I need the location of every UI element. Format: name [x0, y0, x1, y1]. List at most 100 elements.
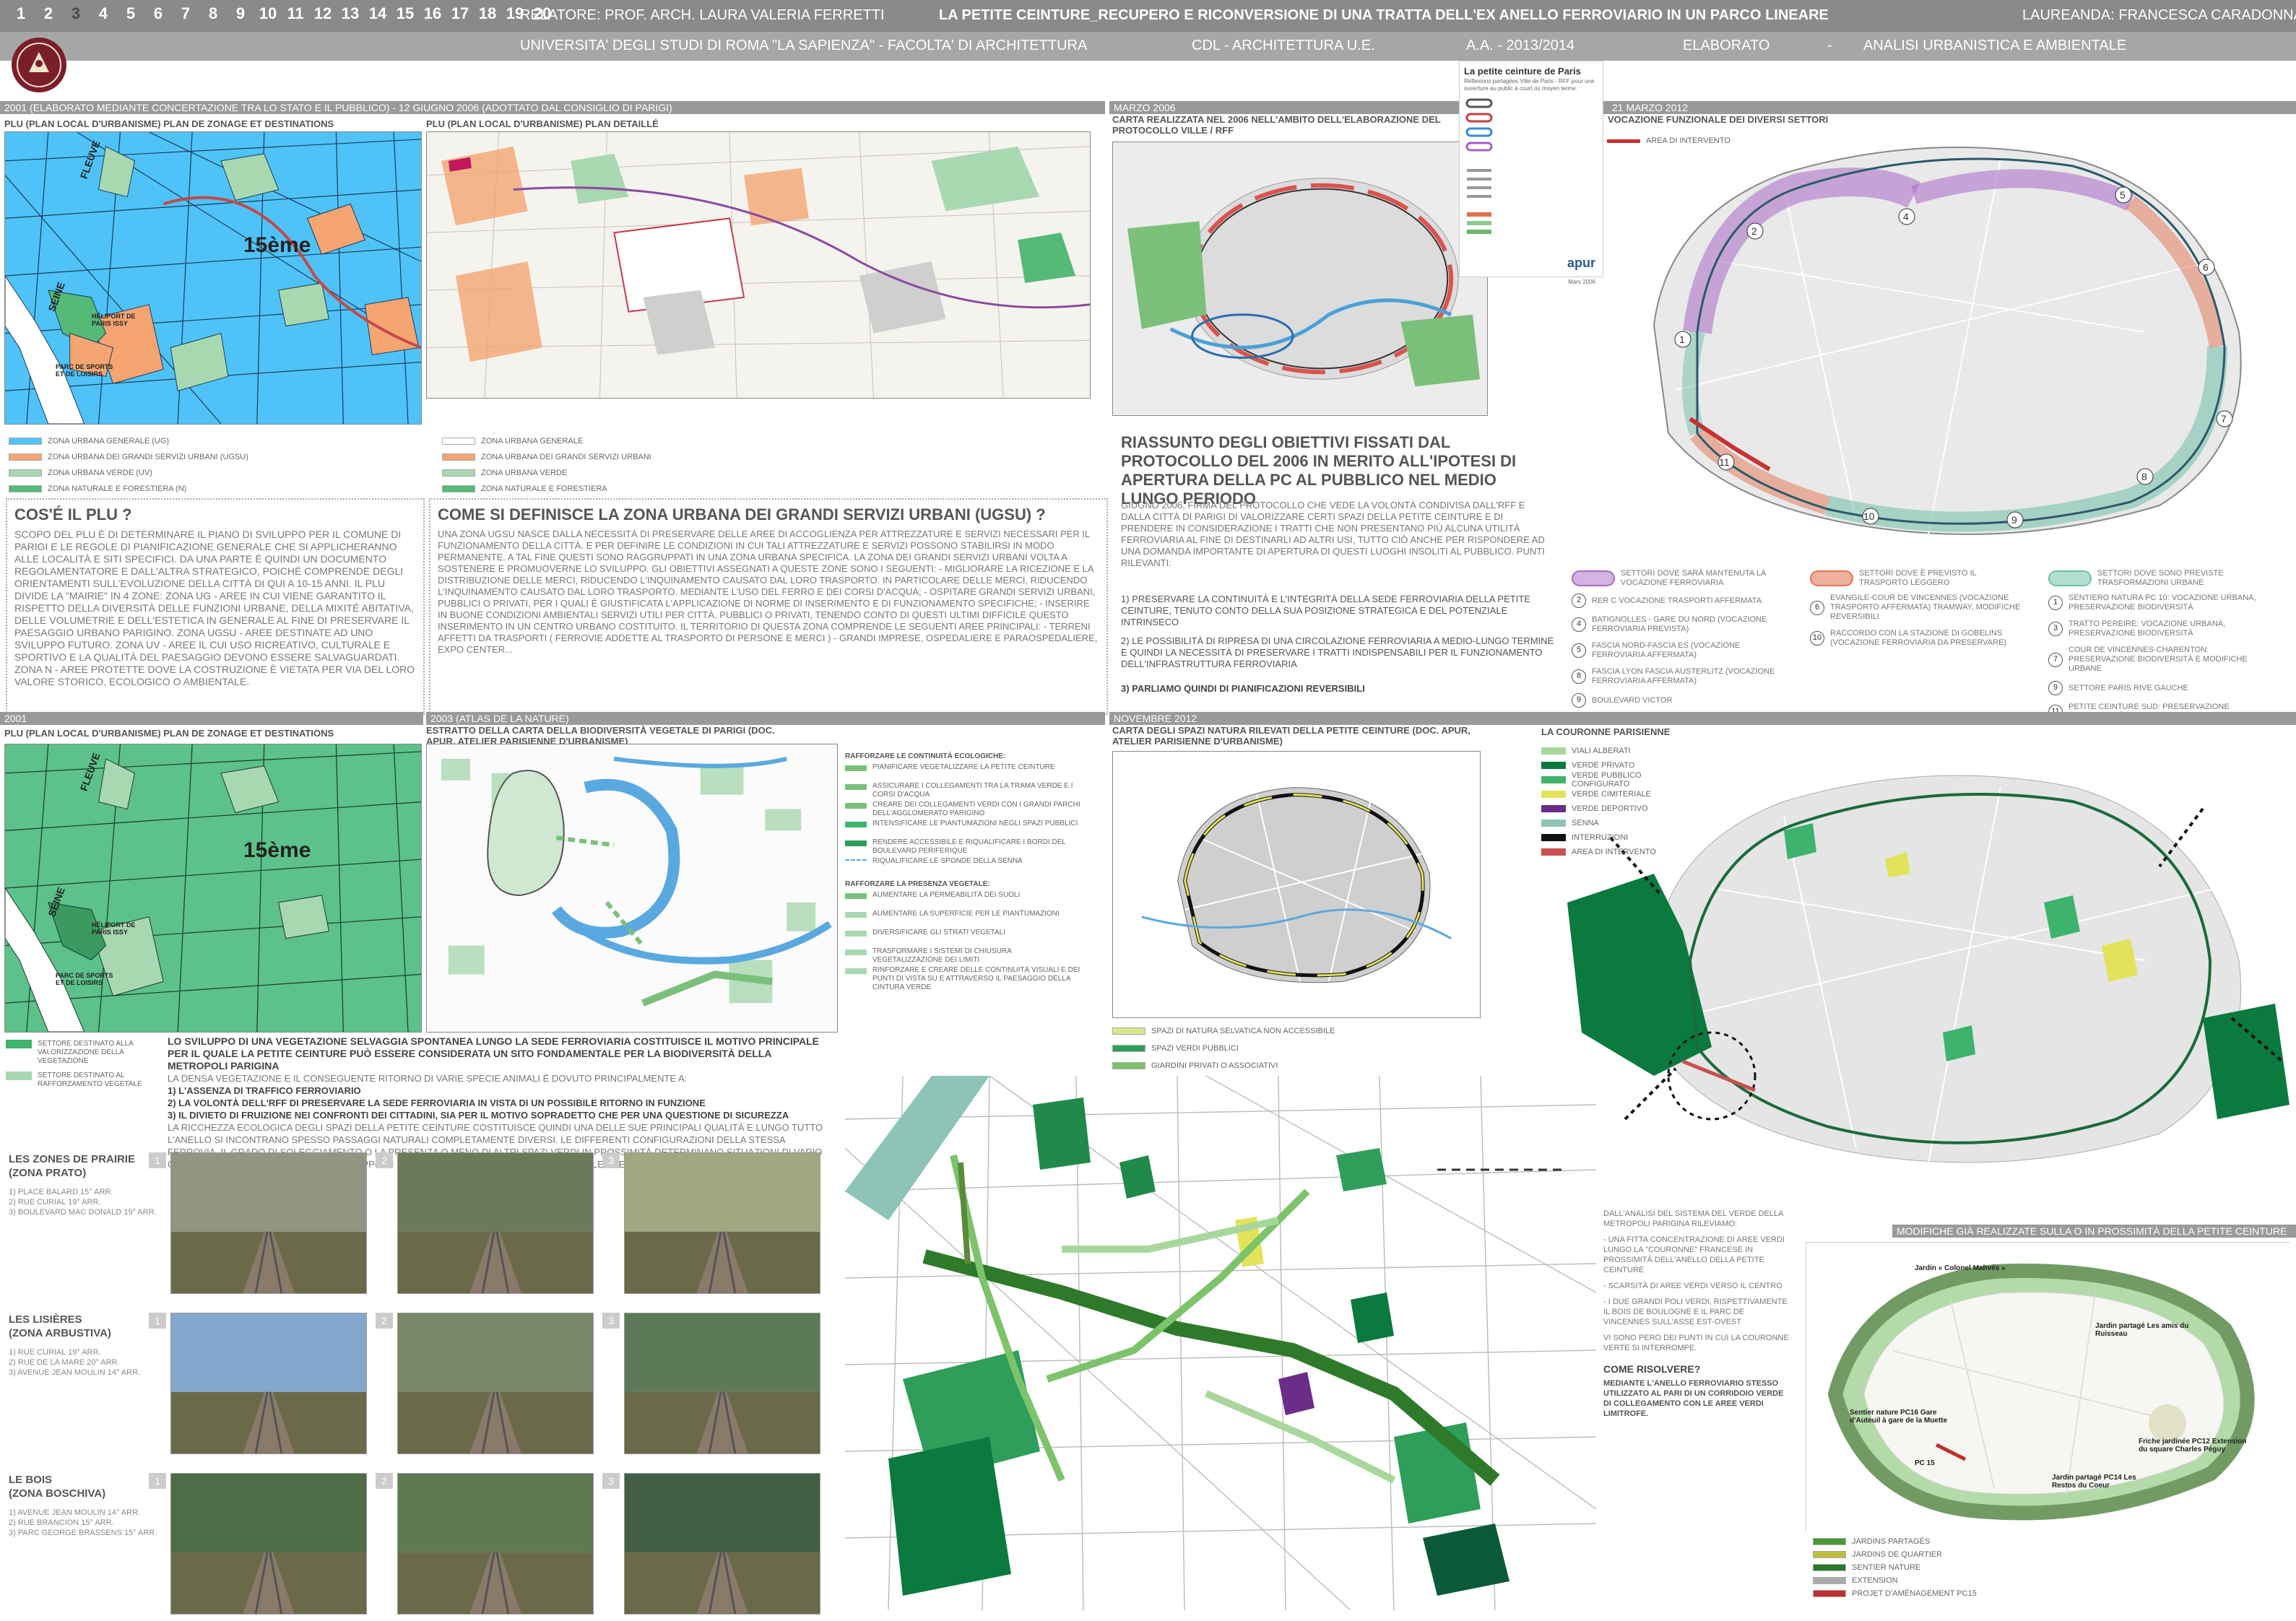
- biodiversity-legend-item: DIVERSIFICARE GLI STRATI VEGETALI: [845, 929, 1083, 947]
- page-number-10[interactable]: 10: [254, 4, 282, 23]
- page-number-17[interactable]: 17: [446, 4, 474, 23]
- map-label-heliport: HÉLIPORT DE PARIS ISSY: [92, 313, 136, 327]
- sector-col3-swatch: [2048, 570, 2092, 586]
- couronne-legend-label: SENNA: [1572, 819, 1599, 827]
- sector-item: 8 FASCIA LYON FASCIA AUSTERLITZ (VOCAZION…: [1572, 667, 1788, 686]
- page-number-nav: 1 2 3 4 5 6 7 8 9 10 11 12 13 14 15 16 17 18 19 20: [7, 4, 556, 23]
- sector-item: 2 RER C VOCAZIONE TRASPORTI AFFERMATA: [1572, 594, 1788, 608]
- svg-text:5: 5: [2120, 189, 2126, 201]
- couronne-legend-swatch: [1541, 747, 1566, 755]
- page-number-7[interactable]: 7: [172, 4, 199, 23]
- zone-block: LES ZONES DE PRAIRIE (ZONA PRATO) 1) PLACE…: [9, 1152, 832, 1304]
- section-bar-2001: 2001: [0, 712, 423, 725]
- area-intervento-swatch: [1607, 139, 1640, 143]
- relatore-label: RELATORE: PROF. ARCH. LAURA VALERIA FERR…: [520, 7, 885, 23]
- biodiversity-legend-swatch: [845, 949, 867, 955]
- sector-item: 6 EVANGILE-COUR DE VINCENNES (VOCAZIONE T…: [1810, 594, 2027, 622]
- plu-zonage-map: 15ème SEINE FLEUVE HÉLIPORT DE PARIS ISS…: [4, 131, 422, 425]
- biodiversity-legend-label: DIVERSIFICARE GLI STRATI VEGETALI: [872, 929, 1006, 936]
- area-intervento-label: AREA DI INTERVENTO: [1646, 136, 1730, 145]
- page-number-4[interactable]: 4: [90, 4, 117, 23]
- photo-number-text: 3: [608, 1155, 614, 1166]
- legend-plu-detail: ZONA URBANA GENERALE ZONA URBANA DEI GRAN…: [442, 433, 651, 497]
- photo-number-wrap: 1: [149, 1313, 166, 1329]
- page-number-1[interactable]: 1: [7, 4, 35, 23]
- spazi-legend-swatch: [1112, 1062, 1145, 1069]
- biodiversity-legend-swatch: [845, 803, 867, 809]
- page-number-12[interactable]: 12: [309, 4, 337, 23]
- page-number-14[interactable]: 14: [364, 4, 391, 23]
- page-number-18[interactable]: 18: [474, 4, 501, 23]
- page-number-2[interactable]: 2: [35, 4, 62, 23]
- modifiche-legend-item: Sentier nature: [1813, 1561, 2029, 1574]
- sector-item: 9 SETTORE PARIS RIVE GAUCHE: [2048, 681, 2265, 695]
- biodiversity-legend-label: RINFORZARE E CREARE DELLE CONTINUITÀ VIS…: [872, 966, 1080, 991]
- couronne-legend-label: INTERRUZIONI: [1572, 833, 1629, 842]
- sector-number: 10: [1810, 631, 1824, 646]
- biodiversity-legend-swatch: [845, 840, 867, 846]
- couronne-legend-label: AREA DI INTERVENTO: [1572, 848, 1656, 856]
- sector-number: 1: [2048, 596, 2063, 610]
- page-number-9[interactable]: 9: [227, 4, 254, 23]
- photo-number-text: 1: [155, 1475, 160, 1487]
- page-number-8[interactable]: 8: [199, 4, 227, 23]
- biodiversity-legend-swatch: [845, 893, 867, 899]
- photo-number-text: 1: [155, 1155, 160, 1166]
- sector-text: BOULEVARD VICTOR: [1592, 695, 1673, 705]
- modifiche-label-2: Sentier nature PC16 Gare d'Auteuil à gar…: [1850, 1409, 1948, 1425]
- sector-item: 4 BATIGNOLLES - GARE DU NORD (VOCAZIONE F…: [1572, 615, 1788, 634]
- biodiversity-legend-item: AUMENTARE LA PERMEABILITÀ DEI SUOLI: [845, 891, 1083, 910]
- biodiversity-legend-label: ASSICURARE I COLLEGAMENTI TRA LA TRAMA V…: [872, 782, 1073, 799]
- laureanda-label: LAUREANDA: FRANCESCA CARADONNA: [2022, 7, 2296, 23]
- svg-text:7: 7: [2221, 413, 2227, 425]
- page-number-13[interactable]: 13: [337, 4, 364, 23]
- modifiche-legend-label: Projet d'aménagement PC15: [1852, 1589, 1977, 1598]
- page-number-6[interactable]: 6: [144, 4, 172, 23]
- page-number-16[interactable]: 16: [419, 4, 446, 23]
- sector-col3-head: SETTORI DOVE SONO PREVISTE TRASFORMAZION…: [2048, 569, 2265, 588]
- legend-plu1-item: ZONA URBANA DEI GRANDI SERVIZI URBANI (U…: [9, 449, 248, 465]
- protocol-intro: GIUGNO 2006, FIRMA DEL PROTOCOLLO CHE VE…: [1121, 500, 1545, 568]
- sector-col1-head: SETTORI DOVE SARÀ MANTENUTA LA VOCAZIONE…: [1572, 569, 1788, 588]
- ugsu-body: UNA ZONA UGSU NASCE DALLA NECESSITÀ DI P…: [438, 529, 1098, 655]
- legend-plu1-swatch: [9, 438, 42, 445]
- biodiversity-legend-item: RIQUALIFICARE LE SPONDE DELLA SENNA: [845, 857, 1083, 876]
- page-number-11[interactable]: 11: [282, 4, 309, 23]
- vegetation-point-3: 3) IL DIVIETO DI FRUIZIONE NEI CONFRONTI…: [168, 1110, 789, 1121]
- spazi-legend-item: SPAZI DI NATURA SELVATICA NON ACCESSIBIL…: [1112, 1022, 1488, 1040]
- settore-legend-label: SETTORE DESTINATO ALLA VALORIZZAZIONE DE…: [38, 1040, 134, 1065]
- analysis-bullet-2: - SCARSITÀ DI AREE VERDI VERSO IL CENTRO: [1603, 1282, 1782, 1290]
- biodiversity-legend-swatch: [845, 822, 867, 827]
- svg-text:8: 8: [2141, 471, 2147, 482]
- biodiversity-legend-label: RIQUALIFICARE LE SPONDE DELLA SENNA: [872, 857, 1023, 865]
- legend-plu2-label: ZONA URBANA GENERALE: [481, 437, 584, 446]
- biodiversity-legend-item: RENDERE ACCESSIBILE E RIQUALIFICARE I BO…: [845, 838, 1083, 857]
- biodiversity-legend-item: PIANIFICARE VEGETALIZZARE LA PETITE CEIN…: [845, 763, 1083, 782]
- academic-year: A.A. - 2013/2014: [1466, 38, 1575, 53]
- photo-number-wrap: 3: [602, 1473, 620, 1489]
- svg-text:1: 1: [1679, 334, 1685, 345]
- legend-plu2-swatch: [442, 469, 475, 477]
- sector-text: SENTIERO NATURA PC 10: VOCAZIONE URBANA,…: [2068, 594, 2256, 612]
- sector-number: 5: [1572, 643, 1586, 658]
- couronne-legend-swatch: [1541, 791, 1566, 798]
- couronne-legend-item: VIALI ALBERATI: [1541, 744, 1700, 758]
- page-number-5[interactable]: 5: [117, 4, 144, 23]
- modifiche-label-5: Jardin partagé PC14 Les Restos du Coeur: [2052, 1474, 2136, 1490]
- sector-item: 7 COUR DE VINCENNES-CHARENTON: PRESERVAZI…: [2048, 646, 2265, 674]
- legend-plu1-item: ZONA URBANA VERDE (UV): [9, 465, 248, 481]
- plu-body: SCOPO DEL PLU È DI DETERMINARE IL PIANO …: [14, 529, 415, 687]
- sector-col2-head: SETTORI DOVE È PREVISTO IL TRASPORTO LEG…: [1810, 569, 2027, 588]
- couronne-legend-label: VERDE PRIVATO: [1572, 761, 1635, 770]
- analysis-answer: MEDIANTE L'ANELLO FERROVIARIO STESSO UTI…: [1603, 1379, 1784, 1418]
- couronne-legend: VIALI ALBERATI VERDE PRIVATO VERDE PUBBLIC…: [1541, 744, 1700, 859]
- settore-legend-item: SETTORE DESTINATO ALLA VALORIZZAZIONE DE…: [6, 1040, 165, 1072]
- page-number-15[interactable]: 15: [391, 4, 419, 23]
- course-label: CDL - ARCHITETTURA U.E.: [1192, 38, 1375, 53]
- couronne-title: LA COURONNE PARISIENNE: [1541, 726, 1671, 737]
- modifiche-legend-swatch: [1813, 1564, 1846, 1571]
- sector-col1-list: 2 RER C VOCAZIONE TRASPORTI AFFERMATA 4 BAT…: [1572, 594, 1788, 715]
- page-number-3[interactable]: 3: [62, 4, 90, 23]
- plu-bottom-title: PLU (PLAN LOCAL D'URBANISME) PLAN DE ZON…: [4, 728, 334, 739]
- couronne-legend-label: VIALI ALBERATI: [1572, 747, 1631, 755]
